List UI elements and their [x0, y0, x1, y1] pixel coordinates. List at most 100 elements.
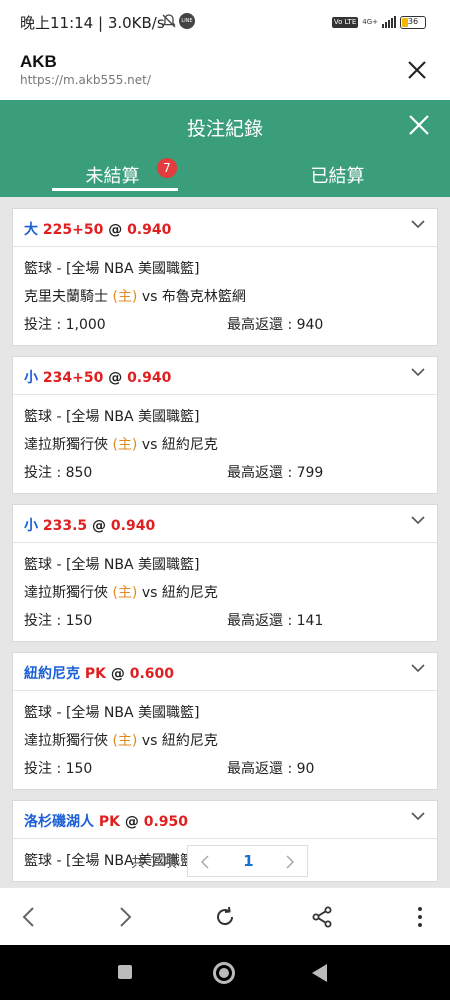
bet-league: 籃球 - [全場 NBA 美國職籃] [24, 409, 200, 425]
site-name: AKB [20, 52, 57, 71]
back-triangle-icon[interactable] [312, 964, 327, 982]
bet-at: @ [124, 814, 139, 830]
close-icon[interactable] [408, 114, 430, 136]
bet-at: @ [110, 666, 125, 682]
bet-match: 達拉斯獨行俠 (主) vs 紐約尼克 [24, 431, 426, 459]
bet-at: @ [108, 222, 123, 238]
chevron-right-icon[interactable] [285, 855, 295, 869]
tabs: 未結算 7 已結算 [0, 152, 450, 197]
bet-card-header[interactable]: 紐約尼克 PK @ 0.600 [13, 653, 437, 691]
bet-line: PK [98, 814, 120, 830]
team-home: 達拉斯獨行俠 [24, 733, 108, 749]
back-icon[interactable] [17, 905, 41, 929]
bet-card-header[interactable]: 大 225+50 @ 0.940 [13, 209, 437, 247]
battery-icon: 36 [400, 15, 426, 29]
team-away: 紐約尼克 [161, 437, 218, 453]
status-right: Vo LTE 4G+ 36 [331, 13, 426, 31]
chevron-down-icon[interactable] [411, 811, 425, 821]
home-tag: (主) [112, 733, 138, 749]
chevron-down-icon[interactable] [411, 367, 425, 377]
status-bar: 晚上11:14 | 3.0KB/s LINE Vo LTE 4G+ 36 [0, 0, 450, 44]
bet-selection: 小 [24, 370, 38, 386]
site-url[interactable]: https://m.akb555.net/ [20, 73, 151, 87]
bet-amounts: 投注 : 850 最高返還 : 799 [24, 459, 426, 487]
home-tag: (主) [112, 585, 138, 601]
bet-card-header[interactable]: 小 234+50 @ 0.940 [13, 357, 437, 395]
chevron-down-icon[interactable] [411, 515, 425, 525]
bet-card[interactable]: 小 234+50 @ 0.940 籃球 - [全場 NBA 美國職籃] 達拉斯獨… [12, 356, 438, 494]
home-tag: (主) [112, 289, 138, 305]
tab-unsettled[interactable]: 未結算 7 [0, 152, 225, 197]
bet-at: @ [92, 518, 107, 534]
vs-text: vs [141, 437, 158, 453]
bet-odds: 0.950 [143, 814, 189, 830]
bet-record-header: 投注紀錄 未結算 7 已結算 [0, 100, 450, 197]
bet-card-header[interactable]: 洛杉磯湖人 PK @ 0.950 [13, 801, 437, 839]
bet-amounts: 投注 : 150 最高返還 : 141 [24, 607, 426, 635]
bet-stake: 投注 : 1,000 [24, 317, 106, 333]
bet-amounts: 投注 : 1,000 最高返還 : 940 [24, 311, 426, 339]
bet-league: 籃球 - [全場 NBA 美國職籃] [24, 705, 200, 721]
bet-list: 大 225+50 @ 0.940 籃球 - [全場 NBA 美國職籃] 克里夫蘭… [12, 208, 438, 887]
tab-label: 已結算 [310, 166, 365, 187]
bet-card-header[interactable]: 小 233.5 @ 0.940 [13, 505, 437, 543]
home-icon[interactable] [213, 962, 235, 984]
bet-card-body: 籃球 - [全場 NBA 美國職籃] 達拉斯獨行俠 (主) vs 紐約尼克 投注… [13, 543, 437, 641]
bet-stake: 投注 : 150 [24, 761, 93, 777]
chevron-down-icon[interactable] [411, 663, 425, 673]
team-away: 紐約尼克 [161, 585, 218, 601]
bell-muted-icon [162, 14, 176, 28]
bet-odds: 0.940 [110, 518, 156, 534]
tab-settled[interactable]: 已結算 [225, 152, 450, 197]
bet-stake: 投注 : 150 [24, 613, 93, 629]
bet-league: 籃球 - [全場 NBA 美國職籃] [24, 557, 200, 573]
status-time-speed: 晚上11:14 | 3.0KB/s [20, 14, 165, 32]
bet-list-area[interactable]: 大 225+50 @ 0.940 籃球 - [全場 NBA 美國職籃] 克里夫蘭… [0, 197, 450, 887]
tab-label: 未結算 [85, 166, 140, 187]
team-home: 達拉斯獨行俠 [24, 585, 108, 601]
team-away: 布魯克林籃網 [161, 289, 246, 305]
bet-match: 克里夫蘭騎士 (主) vs 布魯克林籃網 [24, 283, 426, 311]
signal-icon [382, 16, 396, 28]
unsettled-count-badge: 7 [157, 158, 177, 178]
bet-selection: 洛杉磯湖人 [24, 814, 94, 830]
bet-at: @ [108, 370, 123, 386]
team-home: 克里夫蘭騎士 [24, 289, 108, 305]
browser-toolbar [0, 887, 450, 945]
bet-line: 234+50 [42, 370, 104, 386]
bet-match: 達拉斯獨行俠 (主) vs 紐約尼克 [24, 579, 426, 607]
close-icon[interactable] [406, 59, 428, 81]
bet-selection: 紐約尼克 [24, 666, 80, 682]
pagination: 共 7 項 1 [0, 845, 450, 879]
refresh-icon[interactable] [213, 905, 237, 929]
network-type: 4G+ [362, 18, 378, 26]
system-nav-bar [0, 945, 450, 1000]
volte-icon: Vo LTE [331, 16, 359, 28]
home-tag: (主) [112, 437, 138, 453]
chevron-down-icon[interactable] [411, 219, 425, 229]
team-away: 紐約尼克 [161, 733, 218, 749]
bet-max-return: 最高返還 : 141 [227, 613, 324, 629]
forward-icon[interactable] [113, 905, 137, 929]
team-home: 達拉斯獨行俠 [24, 437, 108, 453]
bet-line: 225+50 [42, 222, 104, 238]
line-app-icon: LINE [179, 13, 195, 29]
share-icon[interactable] [310, 905, 334, 929]
bet-odds: 0.940 [127, 222, 172, 238]
bet-max-return: 最高返還 : 799 [227, 465, 324, 481]
bet-line: PK [84, 666, 106, 682]
bet-amounts: 投注 : 150 最高返還 : 90 [24, 755, 426, 783]
browser-header: AKB https://m.akb555.net/ [0, 44, 450, 100]
bet-line: 233.5 [42, 518, 88, 534]
bet-card-body: 籃球 - [全場 NBA 美國職籃] 達拉斯獨行俠 (主) vs 紐約尼克 投注… [13, 691, 437, 789]
bet-odds: 0.940 [127, 370, 172, 386]
bet-selection: 小 [24, 518, 38, 534]
bet-card[interactable]: 大 225+50 @ 0.940 籃球 - [全場 NBA 美國職籃] 克里夫蘭… [12, 208, 438, 346]
bet-stake: 投注 : 850 [24, 465, 93, 481]
bet-odds: 0.600 [129, 666, 175, 682]
more-icon[interactable] [408, 905, 432, 929]
recents-icon[interactable] [118, 965, 132, 979]
active-tab-indicator [52, 188, 178, 191]
bet-card[interactable]: 小 233.5 @ 0.940 籃球 - [全場 NBA 美國職籃] 達拉斯獨行… [12, 504, 438, 642]
bet-card[interactable]: 紐約尼克 PK @ 0.600 籃球 - [全場 NBA 美國職籃] 達拉斯獨行… [12, 652, 438, 790]
